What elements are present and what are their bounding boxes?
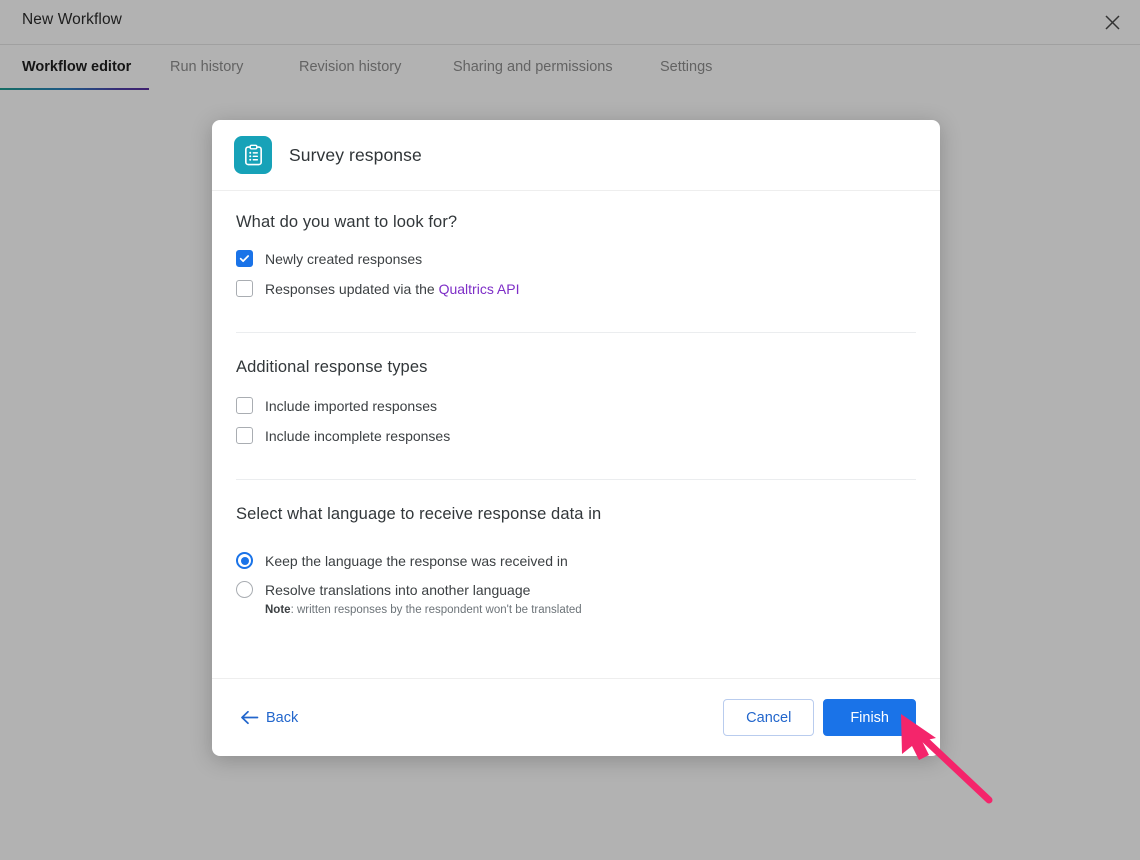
option-label: Newly created responses [265, 251, 423, 267]
option-label: Resolve translations into another langua… [265, 582, 531, 598]
modal-body: What do you want to look for? Newly crea… [212, 191, 940, 678]
option-responses-updated-via-api[interactable]: Responses updated via the Qualtrics API [236, 280, 916, 298]
radio-dot [240, 556, 249, 565]
back-button[interactable]: Back [236, 704, 302, 732]
modal-header: Survey response [212, 120, 940, 191]
note-text: : written responses by the respondent wo… [290, 604, 582, 616]
option-label: Responses updated via the Qualtrics API [265, 280, 520, 298]
checkbox-responses-updated-via-api[interactable] [236, 280, 253, 297]
option-label: Include incomplete responses [265, 428, 451, 444]
clipboard-survey-icon [234, 136, 272, 174]
section-title: Additional response types [236, 358, 428, 376]
radio-resolve-translations[interactable] [236, 581, 253, 598]
section-language: Select what language to receive response… [236, 480, 916, 618]
option-resolve-translations[interactable]: Resolve translations into another langua… [236, 581, 916, 599]
option-label: Include imported responses [265, 398, 437, 414]
option-include-incomplete-responses[interactable]: Include incomplete responses [236, 427, 916, 445]
qualtrics-api-link[interactable]: Qualtrics API [439, 281, 520, 297]
arrow-left-icon [240, 710, 259, 725]
checkbox-newly-created-responses[interactable] [236, 250, 253, 267]
modal-title: Survey response [289, 144, 422, 165]
section-additional-response-types: Additional response types Include import… [236, 333, 916, 480]
section-title: Select what language to receive response… [236, 505, 602, 523]
survey-response-modal: Survey response What do you want to look… [212, 120, 940, 756]
finish-button[interactable]: Finish [823, 699, 916, 736]
checkbox-include-incomplete-responses[interactable] [236, 427, 253, 444]
translation-note: Note: written responses by the responden… [265, 603, 916, 618]
option-label: Keep the language the response was recei… [265, 553, 568, 569]
option-include-imported-responses[interactable]: Include imported responses [236, 397, 916, 415]
section-title: What do you want to look for? [236, 213, 458, 231]
option-label-text: Responses updated via the [265, 281, 435, 297]
back-button-label: Back [266, 709, 299, 726]
note-label: Note [265, 604, 291, 616]
checkbox-include-imported-responses[interactable] [236, 397, 253, 414]
modal-footer: Back Cancel Finish [212, 678, 940, 756]
cancel-button[interactable]: Cancel [723, 699, 815, 736]
radio-keep-language[interactable] [236, 552, 253, 569]
option-newly-created-responses[interactable]: Newly created responses [236, 250, 916, 268]
section-what-to-look-for: What do you want to look for? Newly crea… [236, 191, 916, 333]
option-keep-language[interactable]: Keep the language the response was recei… [236, 552, 916, 570]
